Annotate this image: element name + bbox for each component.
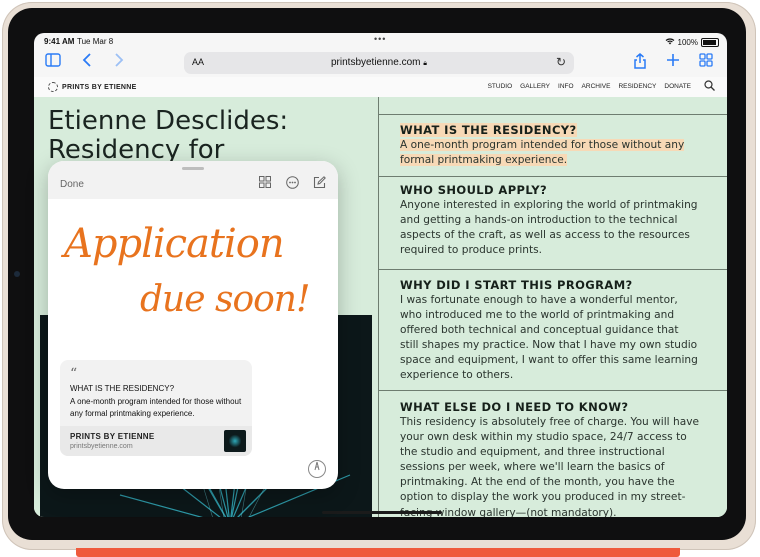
search-icon[interactable] [704,80,715,94]
nav-donate[interactable]: DONATE [664,83,691,90]
link-card-url: printsbyetienne.com [70,443,133,450]
grid-icon[interactable] [258,176,272,190]
lock-icon: 🔒︎ [423,60,427,67]
nav-residency[interactable]: RESIDENCY [618,83,656,90]
multitasking-dots[interactable]: ••• [374,34,386,44]
nav-gallery[interactable]: GALLERY [520,83,550,90]
reload-icon[interactable]: ↻ [556,55,566,69]
front-camera [14,271,20,277]
faq-body: This residency is absolutely free of cha… [400,416,699,517]
grabber-handle[interactable] [182,167,204,170]
new-tab-icon[interactable] [664,53,682,71]
faq-column: WHAT IS THE RESIDENCY? A one-month progr… [379,97,727,517]
link-card-excerpt: A one-month program intended for those w… [70,397,242,418]
faq-heading: WHY DID I START THIS PROGRAM? [400,278,633,292]
markup-pen-icon[interactable] [308,460,326,478]
faq-heading: WHAT ELSE DO I NEED TO KNOW? [400,400,629,414]
faq-body: Anyone interested in exploring the world… [400,199,698,257]
home-indicator[interactable] [322,511,442,514]
quick-note-window[interactable]: Done Application due soon! “ WHAT IS THE… [48,161,338,489]
share-icon[interactable] [631,53,649,71]
faq-heading: WHO SHOULD APPLY? [400,183,548,197]
handwriting-line1: Application [64,221,285,267]
done-button[interactable]: Done [60,179,84,190]
battery-icon [701,37,719,47]
nav-info[interactable]: INFO [558,83,574,90]
more-icon[interactable] [285,176,299,190]
link-preview-card[interactable]: “ WHAT IS THE RESIDENCY? A one-month pro… [60,360,252,456]
nav-archive[interactable]: ARCHIVE [582,83,611,90]
brand-logo-icon [48,82,58,92]
site-nav: STUDIO GALLERY INFO ARCHIVE RESIDENCY DO… [488,83,691,90]
page-title: Etienne Desclides: Residency for [48,107,289,161]
back-icon[interactable] [78,53,96,71]
status-bar: 9:41 AM Tue Mar 8 ••• 100% [34,33,727,49]
url-text[interactable]: printsbyetienne.com 🔒︎ [184,57,574,68]
status-right: 100% [665,37,719,47]
quote-mark: “ [70,366,78,382]
site-header: PRINTS BY ETIENNE STUDIO GALLERY INFO AR… [34,77,727,98]
status-date: Tue Mar 8 [77,37,114,46]
sidebar-icon[interactable] [44,53,62,71]
apple-pencil [76,548,680,557]
link-thumbnail [224,430,246,452]
compose-icon[interactable] [312,176,326,190]
link-card-footer: PRINTS BY ETIENNE printsbyetienne.com [60,426,252,456]
handwriting-line2: due soon! [140,279,310,320]
site-brand[interactable]: PRINTS BY ETIENNE [48,82,137,92]
quick-note-header: Done [48,161,338,199]
faq-section: WHAT ELSE DO I NEED TO KNOW? This reside… [379,391,727,517]
battery-percent: 100% [677,37,698,47]
tabs-icon[interactable] [697,53,715,71]
faq-body: A one-month program intended for those w… [400,139,685,167]
nav-studio[interactable]: STUDIO [488,83,513,90]
faq-heading: WHAT IS THE RESIDENCY? [400,123,577,137]
wifi-icon [665,37,675,47]
faq-section: WHY DID I START THIS PROGRAM? I was fort… [379,270,727,391]
faq-section: WHO SHOULD APPLY? Anyone interested in e… [379,177,727,270]
faq-body: I was fortunate enough to have a wonderf… [400,294,698,382]
status-time: 9:41 AM [44,37,75,46]
forward-icon[interactable] [110,53,128,71]
browser-toolbar: AA printsbyetienne.com 🔒︎ ↻ [34,49,727,77]
link-card-site-name: PRINTS BY ETIENNE [70,432,155,441]
link-card-title: WHAT IS THE RESIDENCY? [70,384,175,393]
faq-section: WHAT IS THE RESIDENCY? A one-month progr… [379,115,727,177]
address-bar[interactable]: AA printsbyetienne.com 🔒︎ ↻ [184,52,574,74]
